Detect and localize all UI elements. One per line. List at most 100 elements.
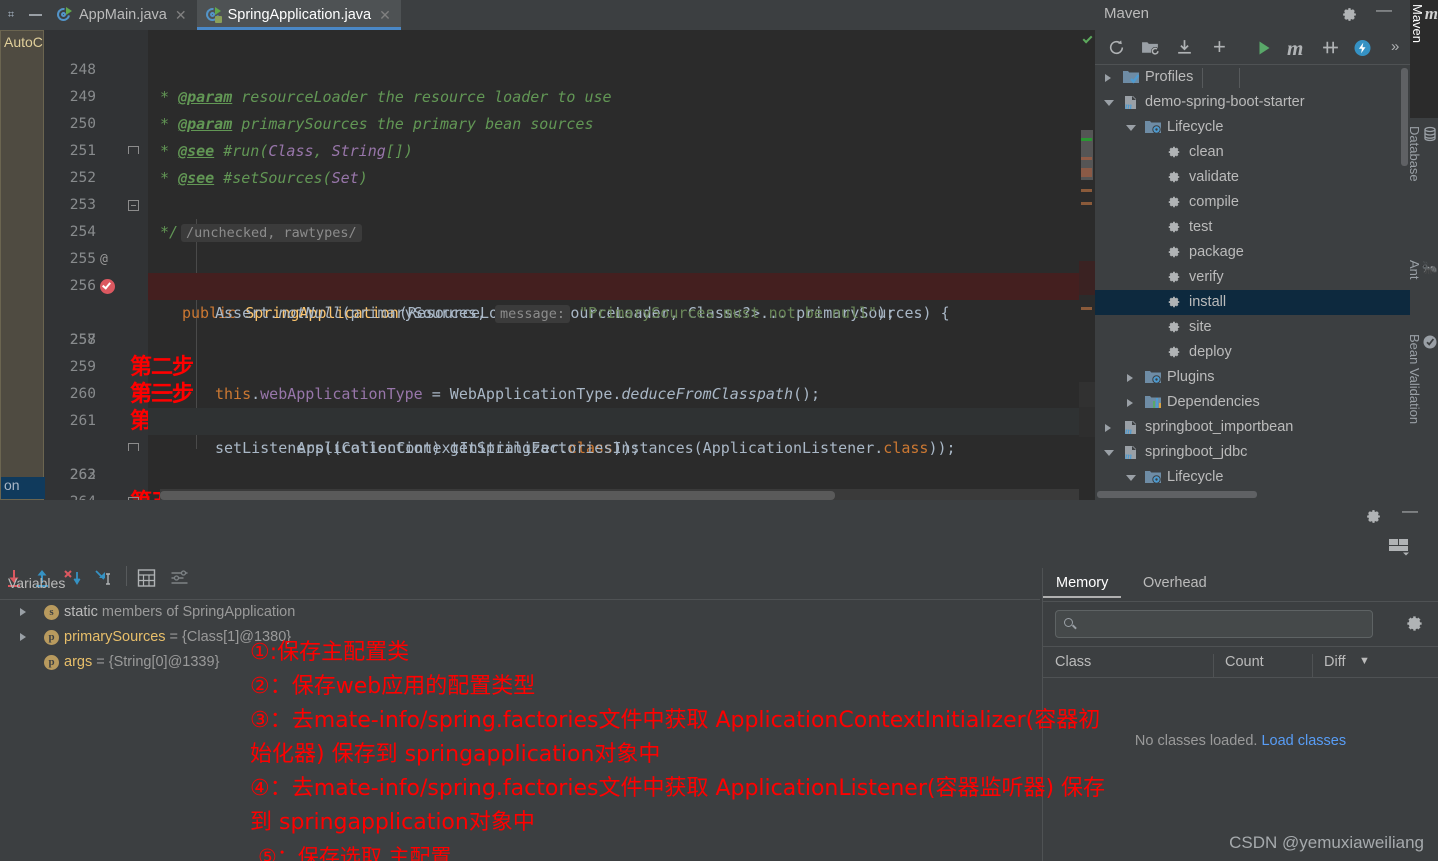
autocomplete-item-selected[interactable]: on [1,477,45,499]
editor-tab-appmain[interactable]: AppMain.java ✕ [48,0,197,30]
maven-tree-item-package[interactable]: package [1095,240,1410,265]
expand-arrow-icon[interactable] [1105,424,1111,432]
maven-tree-item-springboot-importbean[interactable]: m springboot_importbean [1095,415,1410,440]
load-classes-link[interactable]: Load classes [1261,733,1346,749]
maven-tree-item-springboot-jdbc[interactable]: m springboot_jdbc [1095,440,1410,465]
maven-tree-item-site[interactable]: site [1095,315,1410,340]
maven-tree-item-lifecycle[interactable]: Lifecycle [1095,465,1410,490]
field-badge-icon: p [44,630,59,645]
minimize-button[interactable]: — [1402,503,1418,521]
tool-button-label: Database [1407,126,1422,182]
code-line: 252 */ [0,138,1095,241]
maven-tree-item-lifecycle[interactable]: Lifecycle [1095,115,1410,140]
code-line: 263 } [0,435,1095,483]
gear-icon[interactable] [1365,508,1382,525]
inspection-ok-icon [1082,33,1093,44]
bean-validation-icon [1422,334,1438,350]
editor-tab-springapplication[interactable]: SpringApplication.java ✕ [196,0,402,30]
collapse-arrow-icon[interactable] [1126,475,1136,481]
tab-overhead[interactable]: Overhead [1143,575,1207,591]
toggle-offline-icon[interactable] [1321,39,1340,56]
code-line: 264 [0,462,1095,500]
plus-icon[interactable]: + [1213,36,1226,58]
code-line: 248 * @param resourceLoader the resource… [0,30,1095,106]
maven-tree-item-clean[interactable]: clean [1095,140,1410,165]
gear-icon[interactable] [1341,6,1358,23]
maven-tree-item-deploy[interactable]: deploy [1095,340,1410,365]
code-line: 260 第四步 ApplicationContextInitializer.cl… [0,354,1095,457]
column-diff[interactable]: Diff [1324,654,1346,670]
variable-row[interactable]: s static members of SpringApplication [0,600,1040,625]
search-icon [1064,618,1073,627]
memory-column-header: Class Count Diff ▼ [1043,646,1438,678]
editor-horizontal-scrollbar[interactable] [160,491,835,500]
goal-gear-icon [1167,295,1181,309]
maven-tree-item-plugins[interactable]: Plugins [1095,365,1410,390]
collapse-arrow-icon[interactable] [1126,125,1136,131]
maven-project-tree[interactable]: Profiles m demo-spring-boot-starter Lifecyc… [1095,65,1410,500]
reload-icon[interactable] [1107,38,1126,57]
add-folder-icon[interactable] [1141,39,1160,56]
java-class-icon [203,5,222,24]
maven-tree-item-verify[interactable]: verify [1095,265,1410,290]
execute-goal-icon[interactable]: m [1287,36,1303,61]
maven-tree-item-label: site [1189,319,1212,335]
variables-title: Variables [8,575,66,591]
expand-arrow-icon[interactable] [1127,374,1133,382]
collapse-arrow-icon[interactable] [1104,450,1114,456]
run-icon[interactable] [1257,40,1272,56]
breakpoint-icon[interactable] [100,279,115,294]
memory-search-input[interactable] [1055,610,1373,638]
more-icon[interactable]: » [1391,38,1399,55]
tool-button-bean-validation[interactable]: Bean Validation [1407,330,1438,495]
variable-row[interactable]: p primarySources = {Class[1]@1380} [0,625,1040,650]
autocomplete-popup[interactable]: AutoCo on [0,30,45,500]
close-icon[interactable]: ✕ [379,7,391,24]
expand-arrow-icon[interactable] [20,633,26,641]
tool-button-database[interactable]: Database [1407,122,1438,252]
expand-arrow-icon[interactable] [1127,399,1133,407]
expand-arrow-icon[interactable] [1105,74,1111,82]
maven-tree-item-profiles[interactable]: Profiles [1095,65,1410,90]
download-sources-icon[interactable] [1175,39,1194,56]
sort-indicator-icon[interactable]: ▼ [1359,655,1370,667]
maven-toolbar: + m » [1095,30,1410,88]
goal-gear-icon [1167,220,1181,234]
column-class[interactable]: Class [1055,654,1091,670]
code-editor[interactable]: 248 * @param resourceLoader the resource… [0,30,1095,500]
maven-tree-item-label: Lifecycle [1167,469,1224,485]
maven-tree-item-validate[interactable]: validate [1095,165,1410,190]
maven-tree-item-label: test [1189,219,1213,235]
maven-tree-item-dependencies[interactable]: Dependencies [1095,390,1410,415]
expand-arrow-icon[interactable] [20,608,26,616]
maven-tree-item-test[interactable]: test [1095,215,1410,240]
tool-button-maven[interactable]: m Maven [1410,0,1438,118]
maven-horizontal-scrollbar[interactable] [1097,491,1257,498]
collapse-arrow-icon[interactable] [1104,100,1114,106]
code-fold-icon[interactable] [128,146,139,154]
code-line: 250 * @see #run(Class, String[]) [0,84,1095,160]
close-icon[interactable]: ✕ [175,7,187,24]
maven-tree-item-label: springboot_jdbc [1145,444,1248,460]
right-tool-rail: m Maven Database 🐜 Ant Bean Validation [1407,0,1438,500]
column-count[interactable]: Count [1225,654,1264,670]
window-minimize-button[interactable] [22,0,48,30]
debugger-toolbar [0,528,1438,587]
debugger-tool-window: — Variables s static members of SpringAp… [0,500,1438,861]
maven-tree-item-install[interactable]: install [1095,290,1410,315]
code-fold-icon[interactable] [128,443,139,451]
tab-memory[interactable]: Memory [1042,575,1122,598]
editor-marker-bar[interactable] [1079,30,1095,500]
profiler-icon[interactable] [1353,39,1372,57]
maven-tree-item-label: springboot_importbean [1145,419,1294,435]
maven-m-icon: m [1424,4,1438,23]
code-fold-icon[interactable] [128,200,139,211]
maven-tree-item-demo-spring-boot-starter[interactable]: m demo-spring-boot-starter [1095,90,1410,115]
variable-value: members of SpringApplication [97,604,296,620]
editor-tab-label: SpringApplication.java [227,7,372,23]
minimize-button[interactable]: — [1376,2,1392,20]
autocomplete-item[interactable]: AutoCo [1,31,43,53]
tool-button-ant[interactable]: 🐜 Ant [1407,256,1438,326]
gear-icon[interactable] [1405,614,1424,633]
maven-tree-item-compile[interactable]: compile [1095,190,1410,215]
